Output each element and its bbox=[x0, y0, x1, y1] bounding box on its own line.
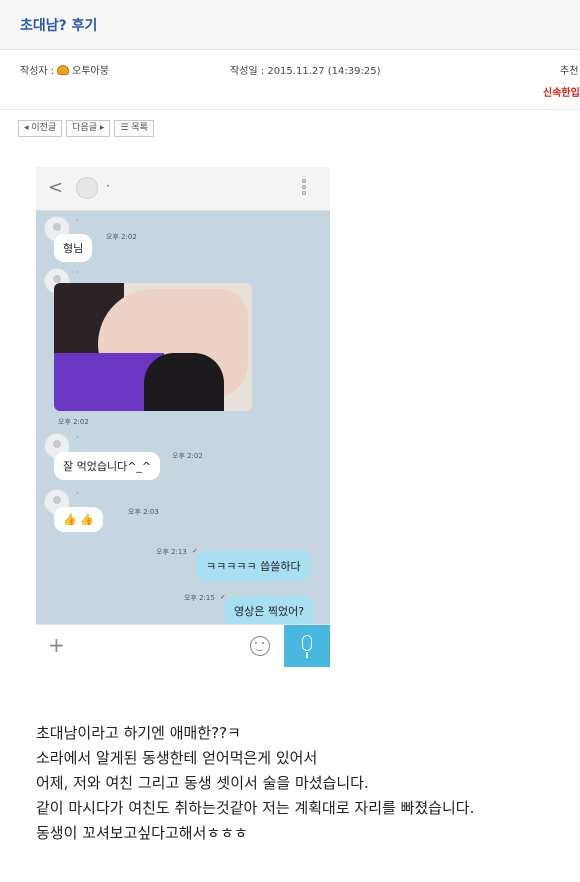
message-time: 오후 2:13 bbox=[156, 548, 187, 556]
red-notice-label: 신속한입 bbox=[543, 88, 580, 99]
sender-name: · bbox=[76, 489, 79, 498]
sender-name: · bbox=[76, 268, 79, 277]
body-line: 어제, 저와 여친 그리고 동생 셋이서 술을 마셨습니다. bbox=[36, 774, 369, 792]
post-navigation: ◂ 이전글 다음글 ▸ ☰ 목록 bbox=[18, 120, 154, 137]
post-title-bar: 초대남? 후기 bbox=[0, 0, 580, 50]
message-bubble: 잘 먹었습니다^_^ bbox=[54, 452, 161, 480]
body-line: 초대남이라고 하기엔 애매한??ㅋ bbox=[36, 724, 241, 742]
chat-header: < · bbox=[36, 167, 330, 211]
chat-messages: · 형님 오후 2:02 · 오후 2:02 · 잘 먹었습니다^_^ 오후 2… bbox=[36, 211, 330, 626]
message-time: 오후 2:02 bbox=[172, 452, 203, 460]
recommend-label: 추천 bbox=[560, 66, 579, 77]
contact-name: · bbox=[106, 179, 110, 193]
body-line: 동생이 꼬셔보고싶다고해서ㅎㅎㅎ bbox=[36, 824, 248, 842]
chat-input-bar: + bbox=[36, 624, 330, 667]
author-label: 작성자 : bbox=[20, 66, 55, 77]
post-meta: 작성자 : 오투아붕 작성일 : 2015.11.27 (14:39:25) 추… bbox=[0, 52, 580, 110]
plus-icon: + bbox=[48, 633, 65, 657]
chat-screenshot: < · · 형님 오후 2:02 · 오후 2:02 · 잘 먹었습니다^_^ … bbox=[36, 167, 330, 667]
message-bubble-outgoing: ㅋㅋㅋㅋㅋ 씁쓸하다 bbox=[196, 551, 311, 581]
post-body: 초대남이라고 하기엔 애매한??ㅋ 소라에서 알게된 동생한테 얻어먹은게 있어… bbox=[36, 721, 576, 846]
message-time: 오후 2:02 bbox=[58, 418, 89, 426]
message-time: 오후 2:15 bbox=[184, 594, 215, 602]
message-time: 오후 2:02 bbox=[106, 233, 137, 241]
post-date: 작성일 : 2015.11.27 (14:39:25) bbox=[230, 66, 381, 77]
body-line: 같이 마시다가 여친도 취하는것같아 저는 계획대로 자리를 빠졌습니다. bbox=[36, 799, 475, 817]
message-bubble: 형님 bbox=[54, 234, 93, 262]
contact-avatar bbox=[76, 177, 98, 199]
author-name[interactable]: 오투아붕 bbox=[72, 62, 109, 77]
back-arrow-icon: < bbox=[48, 177, 64, 198]
next-post-button[interactable]: 다음글 ▸ bbox=[66, 120, 111, 137]
read-check-icon: ✓ bbox=[192, 547, 198, 555]
list-button[interactable]: ☰ 목록 bbox=[114, 120, 154, 137]
emoji-icon bbox=[250, 636, 270, 656]
mic-icon bbox=[302, 635, 312, 651]
photo-message bbox=[54, 283, 252, 411]
mic-button bbox=[284, 625, 330, 667]
post-title: 초대남? 후기 bbox=[20, 18, 98, 34]
sender-name: · bbox=[76, 433, 79, 442]
thumbs-up-message: 👍 👍 bbox=[54, 507, 103, 532]
body-line: 소라에서 알게된 동생한테 얻어먹은게 있어서 bbox=[36, 749, 318, 767]
message-bubble-outgoing: 영상은 찍었어? bbox=[224, 596, 315, 626]
more-options-icon bbox=[300, 177, 308, 201]
character-icon bbox=[57, 64, 70, 75]
prev-post-button[interactable]: ◂ 이전글 bbox=[18, 120, 63, 137]
message-time: 오후 2:03 bbox=[128, 508, 159, 516]
author-info: 작성자 : 오투아붕 bbox=[20, 62, 109, 77]
sender-name: · bbox=[76, 216, 79, 225]
